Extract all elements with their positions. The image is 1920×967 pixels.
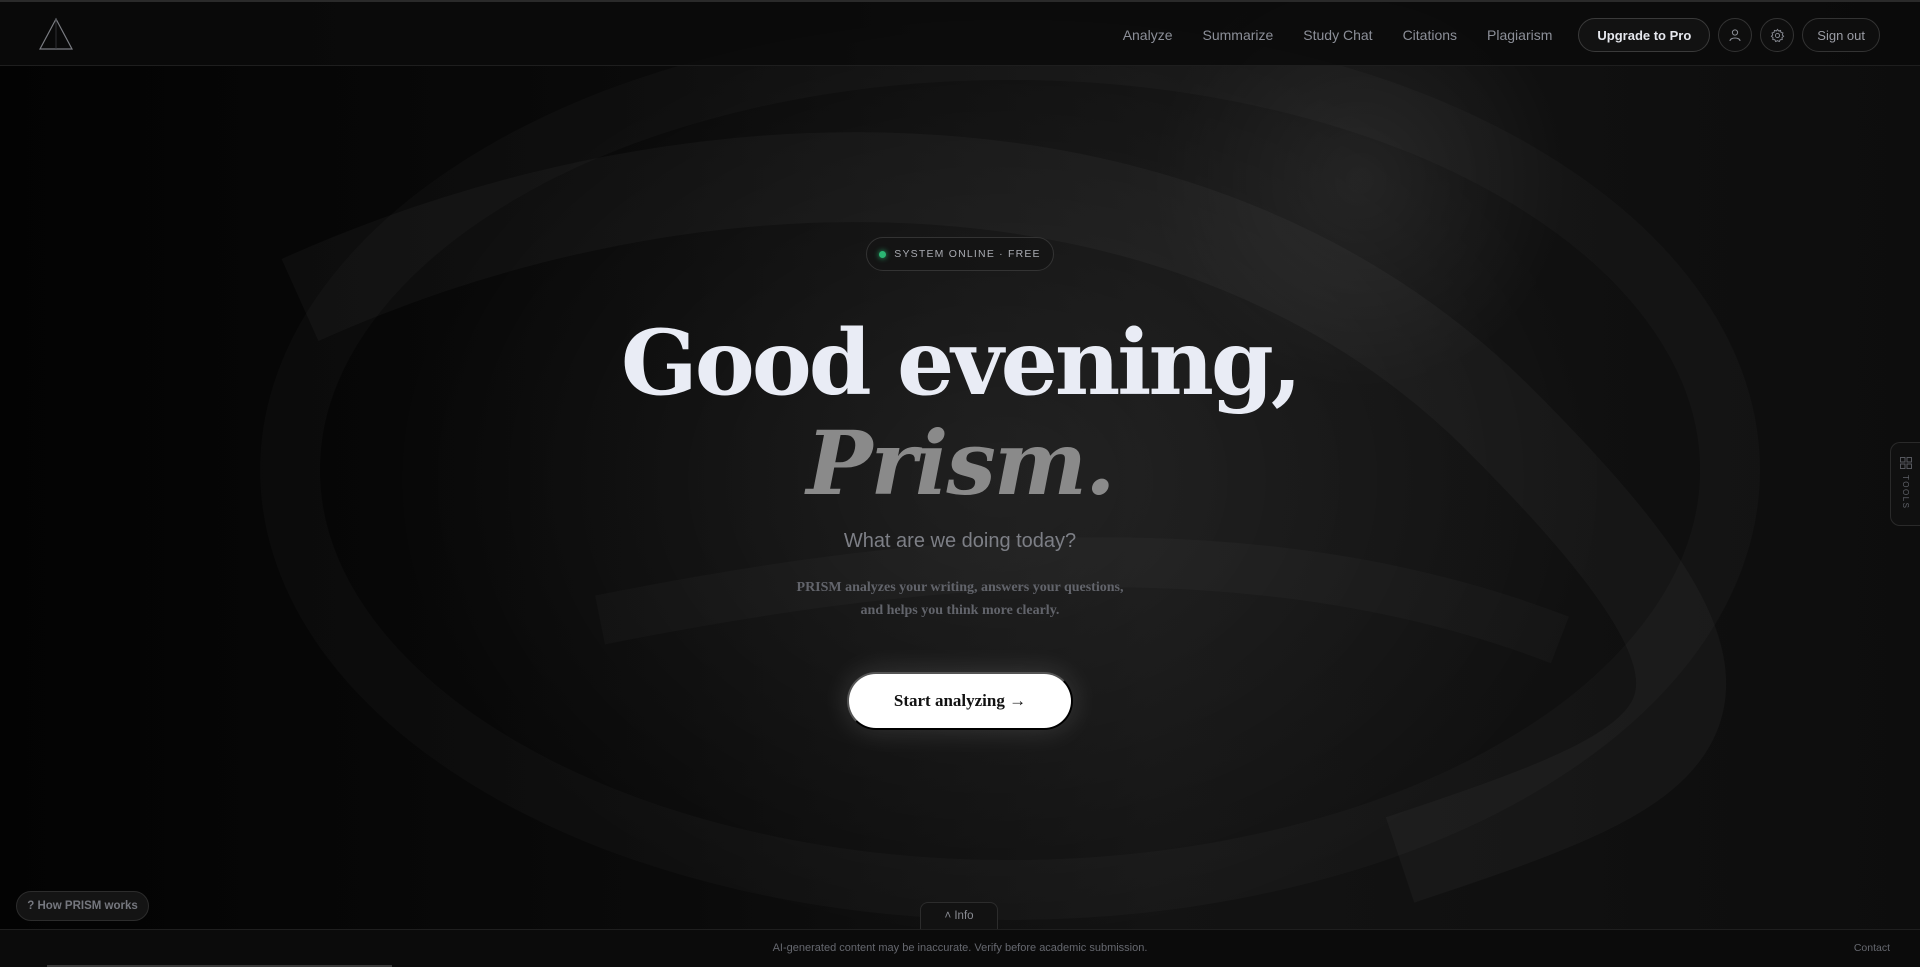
info-toggle-tab[interactable]: ˄ Info	[920, 902, 998, 929]
prism-logo-icon[interactable]	[38, 16, 74, 52]
hero-question: What are we doing today?	[843, 530, 1077, 552]
sign-out-button[interactable]: Sign out	[1802, 18, 1880, 52]
tools-side-tab[interactable]: TOOLS	[1890, 442, 1920, 526]
nav-link-plagiarism[interactable]: Plagiarism	[1487, 27, 1552, 43]
greeting-heading: Good evening,	[620, 310, 1302, 416]
system-status-badge: SYSTEM ONLINE · FREE	[866, 237, 1054, 271]
gear-icon	[1770, 28, 1785, 42]
page: Analyze Summarize Study Chat Citations P…	[0, 0, 1920, 967]
nav-link-study-chat[interactable]: Study Chat	[1303, 27, 1372, 43]
profile-button[interactable]	[1718, 18, 1753, 52]
grid-icon	[1899, 457, 1912, 469]
nav-link-analyze[interactable]: Analyze	[1123, 27, 1173, 43]
upgrade-to-pro-button[interactable]: Upgrade to Pro	[1578, 18, 1711, 52]
ai-disclaimer-text: AI-generated content may be inaccurate. …	[772, 942, 1148, 954]
contact-link[interactable]: Contact	[1854, 942, 1890, 954]
user-icon	[1729, 29, 1741, 42]
status-text: SYSTEM ONLINE · FREE	[894, 248, 1041, 260]
hero-description: PRISM analyzes your writing, answers you…	[0, 576, 1920, 622]
tools-label: TOOLS	[1901, 475, 1910, 510]
top-navigation-bar: Analyze Summarize Study Chat Citations P…	[0, 0, 1920, 66]
user-name-heading: Prism.	[806, 411, 1115, 515]
nav-link-summarize[interactable]: Summarize	[1203, 27, 1274, 43]
status-dot-icon	[879, 250, 887, 258]
settings-button[interactable]	[1760, 18, 1795, 52]
start-analyzing-button[interactable]: Start analyzing →	[847, 672, 1073, 730]
footer: AI-generated content may be inaccurate. …	[0, 929, 1920, 967]
hero-description-line-1: PRISM analyzes your writing, answers you…	[796, 580, 1124, 595]
primary-nav: Analyze Summarize Study Chat Citations P…	[1123, 2, 1880, 68]
how-prism-works-button[interactable]: ? How PRISM works	[16, 891, 149, 921]
nav-link-citations[interactable]: Citations	[1403, 27, 1457, 43]
hero-description-line-2: and helps you think more clearly.	[860, 603, 1060, 618]
